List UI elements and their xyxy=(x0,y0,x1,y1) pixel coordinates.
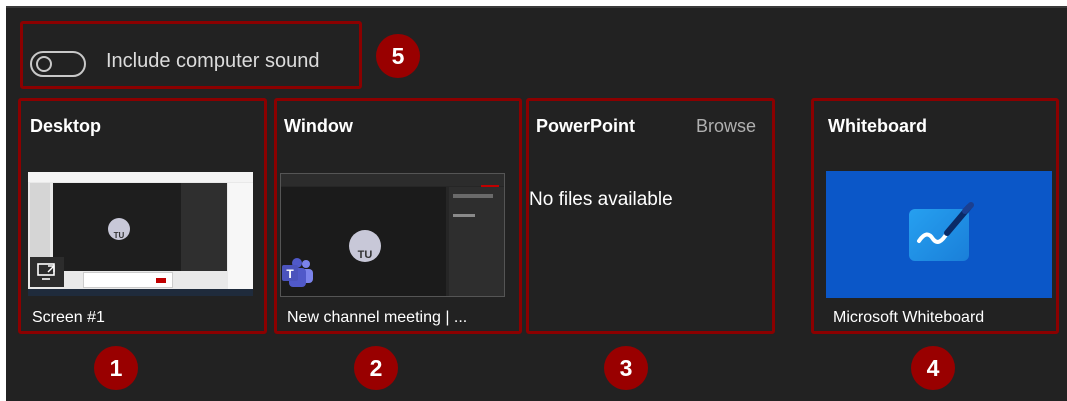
desktop-caption: Screen #1 xyxy=(32,309,105,326)
svg-text:T: T xyxy=(286,267,294,281)
powerpoint-title: PowerPoint xyxy=(536,116,636,136)
callout-badge-5: 5 xyxy=(376,34,420,78)
screen-share-icon xyxy=(30,257,64,287)
callout-badge-2: 2 xyxy=(354,346,398,390)
computer-sound-label: Include computer sound xyxy=(106,50,320,72)
whiteboard-title: Whiteboard xyxy=(828,116,927,136)
browse-link[interactable]: Browse xyxy=(696,116,756,137)
whiteboard-tile[interactable] xyxy=(826,171,1052,298)
window-title: Window xyxy=(284,116,353,136)
window-caption: New channel meeting | ... xyxy=(287,309,468,326)
callout-badge-3: 3 xyxy=(604,346,648,390)
callout-badge-1: 1 xyxy=(94,346,138,390)
no-files-message: No files available xyxy=(529,189,673,210)
teams-icon: T xyxy=(280,257,316,294)
callout-badge-4: 4 xyxy=(911,346,955,390)
window-avatar-initials: TU xyxy=(357,249,373,261)
whiteboard-caption: Microsoft Whiteboard xyxy=(833,309,985,326)
window-avatar: TU xyxy=(349,230,381,262)
desktop-avatar-initials: TU xyxy=(113,231,125,240)
toggle-knob xyxy=(36,56,52,72)
computer-sound-toggle[interactable] xyxy=(30,51,86,77)
whiteboard-pen-icon xyxy=(909,201,974,261)
desktop-title: Desktop xyxy=(30,116,102,136)
desktop-avatar: TU xyxy=(108,218,130,240)
